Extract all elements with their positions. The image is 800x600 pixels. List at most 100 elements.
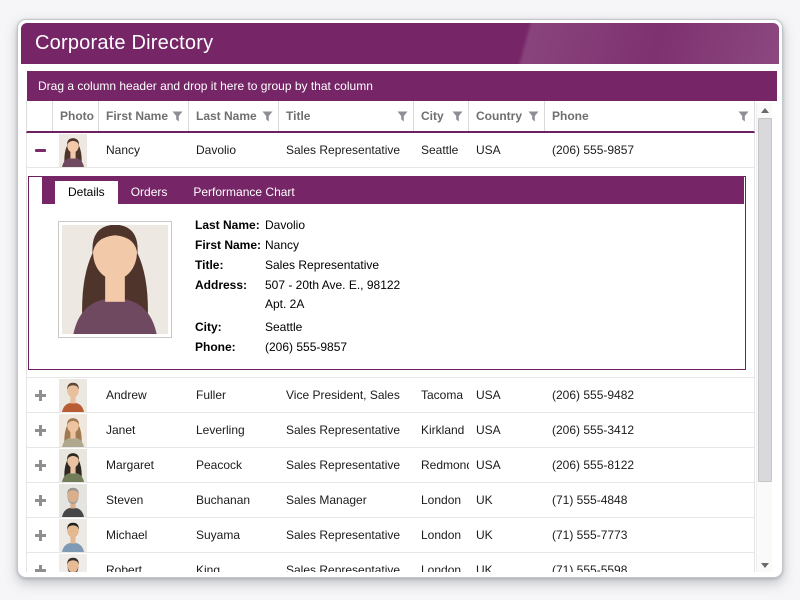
scroll-up-button[interactable] [757, 103, 773, 117]
last-name-cell: Davolio [189, 143, 279, 157]
last-name-cell: Leverling [189, 423, 279, 437]
row-detail-panel: DetailsOrdersPerformance Chart Last Name… [27, 168, 754, 378]
detail-field-label: First Name: [195, 236, 265, 255]
detail-field-value: Nancy [265, 236, 299, 255]
expand-cell [27, 425, 53, 436]
column-header-last_name[interactable]: Last Name [189, 101, 279, 131]
table-row-michael-suyama[interactable]: MichaelSuyamaSales RepresentativeLondonU… [27, 518, 754, 553]
window-title: Corporate Directory [35, 32, 213, 55]
plus-icon[interactable] [35, 390, 46, 401]
detail-field-line: Apt. 2A [265, 295, 400, 314]
photo-cell [53, 414, 99, 447]
first-name-cell: Janet [99, 423, 189, 437]
detail-field-label: Phone: [195, 338, 265, 357]
city-cell: London [414, 493, 469, 507]
phone-cell: (206) 555-9857 [545, 143, 754, 157]
employee-photo [59, 379, 87, 412]
vertical-scrollbar[interactable] [756, 103, 772, 572]
column-header-phone[interactable]: Phone [545, 101, 754, 131]
detail-field-line: (206) 555-9857 [265, 338, 347, 357]
column-header-city[interactable]: City [414, 101, 469, 131]
phone-cell: (206) 555-9482 [545, 388, 754, 402]
funnel-icon [738, 111, 749, 122]
grid-viewport: NancyDavolioSales RepresentativeSeattleU… [26, 133, 755, 572]
detail-photo-frame [58, 221, 172, 338]
detail-field-value: Seattle [265, 318, 302, 337]
minus-icon[interactable] [35, 149, 46, 152]
directory-window: Corporate Directory Drag a column header… [17, 19, 783, 578]
scroll-down-button[interactable] [757, 558, 773, 572]
window-titlebar[interactable]: Corporate Directory [21, 23, 779, 64]
phone-cell: (71) 555-5598 [545, 563, 754, 572]
first-name-cell: Andrew [99, 388, 189, 402]
last-name-cell: King [189, 563, 279, 572]
funnel-icon [528, 111, 539, 122]
employee-photo [59, 134, 87, 167]
expand-cell [27, 460, 53, 471]
column-header-label: Country [476, 109, 522, 123]
detail-field-value: Davolio [265, 216, 305, 235]
expand-cell [27, 390, 53, 401]
column-header-label: Phone [552, 109, 589, 123]
plus-icon[interactable] [35, 460, 46, 471]
expand-cell [27, 495, 53, 506]
photo-cell [53, 134, 99, 167]
column-header-first_name[interactable]: First Name [99, 101, 189, 131]
detail-field: Title:Sales Representative [195, 256, 400, 275]
funnel-icon [262, 111, 273, 122]
detail-fields: Last Name:DavolioFirst Name:NancyTitle:S… [195, 216, 400, 358]
table-row-janet-leverling[interactable]: JanetLeverlingSales RepresentativeKirkla… [27, 413, 754, 448]
grid-rows: NancyDavolioSales RepresentativeSeattleU… [27, 133, 754, 572]
last-name-cell: Suyama [189, 528, 279, 542]
last-name-cell: Fuller [189, 388, 279, 402]
plus-icon[interactable] [35, 530, 46, 541]
tab-orders[interactable]: Orders [118, 181, 181, 204]
expand-cell [27, 149, 53, 152]
last-name-cell: Buchanan [189, 493, 279, 507]
column-header-title[interactable]: Title [279, 101, 414, 131]
photo-cell [53, 379, 99, 412]
column-header-photo[interactable]: Photo [53, 101, 99, 131]
column-header-expand [27, 101, 53, 131]
plus-icon[interactable] [35, 425, 46, 436]
plus-icon[interactable] [35, 495, 46, 506]
column-header-label: Title [286, 109, 310, 123]
detail-field-line: Nancy [265, 236, 299, 255]
table-row-andrew-fuller[interactable]: AndrewFullerVice President, SalesTacomaU… [27, 378, 754, 413]
employee-photo [62, 225, 168, 334]
column-header-label: City [421, 109, 444, 123]
detail-field-label: Title: [195, 256, 265, 275]
employee-photo [59, 449, 87, 482]
filter-icon[interactable] [738, 111, 749, 122]
filter-icon[interactable] [452, 111, 463, 122]
country-cell: UK [469, 493, 545, 507]
employee-photo [59, 519, 87, 552]
detail-field-value: Sales Representative [265, 256, 379, 275]
scrollbar-thumb[interactable] [758, 118, 772, 482]
column-header-country[interactable]: Country [469, 101, 545, 131]
first-name-cell: Steven [99, 493, 189, 507]
filter-icon[interactable] [262, 111, 273, 122]
employee-photo [59, 554, 87, 572]
filter-icon[interactable] [528, 111, 539, 122]
table-row-nancy-davolio[interactable]: NancyDavolioSales RepresentativeSeattleU… [27, 133, 754, 168]
title-cell: Sales Representative [279, 563, 414, 572]
tab-details[interactable]: Details [55, 181, 118, 204]
filter-icon[interactable] [397, 111, 408, 122]
plus-icon[interactable] [35, 565, 46, 573]
city-cell: Kirkland [414, 423, 469, 437]
filter-icon[interactable] [172, 111, 183, 122]
country-cell: USA [469, 458, 545, 472]
table-row-steven-buchanan[interactable]: StevenBuchananSales ManagerLondonUK(71) … [27, 483, 754, 518]
table-row-margaret-peacock[interactable]: MargaretPeacockSales RepresentativeRedmo… [27, 448, 754, 483]
detail-field: Last Name:Davolio [195, 216, 400, 235]
group-by-bar[interactable]: Drag a column header and drop it here to… [27, 71, 777, 101]
photo-cell [53, 484, 99, 517]
city-cell: Redmond [414, 458, 469, 472]
city-cell: Seattle [414, 143, 469, 157]
employee-photo [59, 414, 87, 447]
tab-performance-chart[interactable]: Performance Chart [180, 181, 307, 204]
column-header-label: First Name [106, 109, 168, 123]
table-row-robert-king[interactable]: RobertKingSales RepresentativeLondonUK(7… [27, 553, 754, 572]
detail-field-line: Seattle [265, 318, 302, 337]
